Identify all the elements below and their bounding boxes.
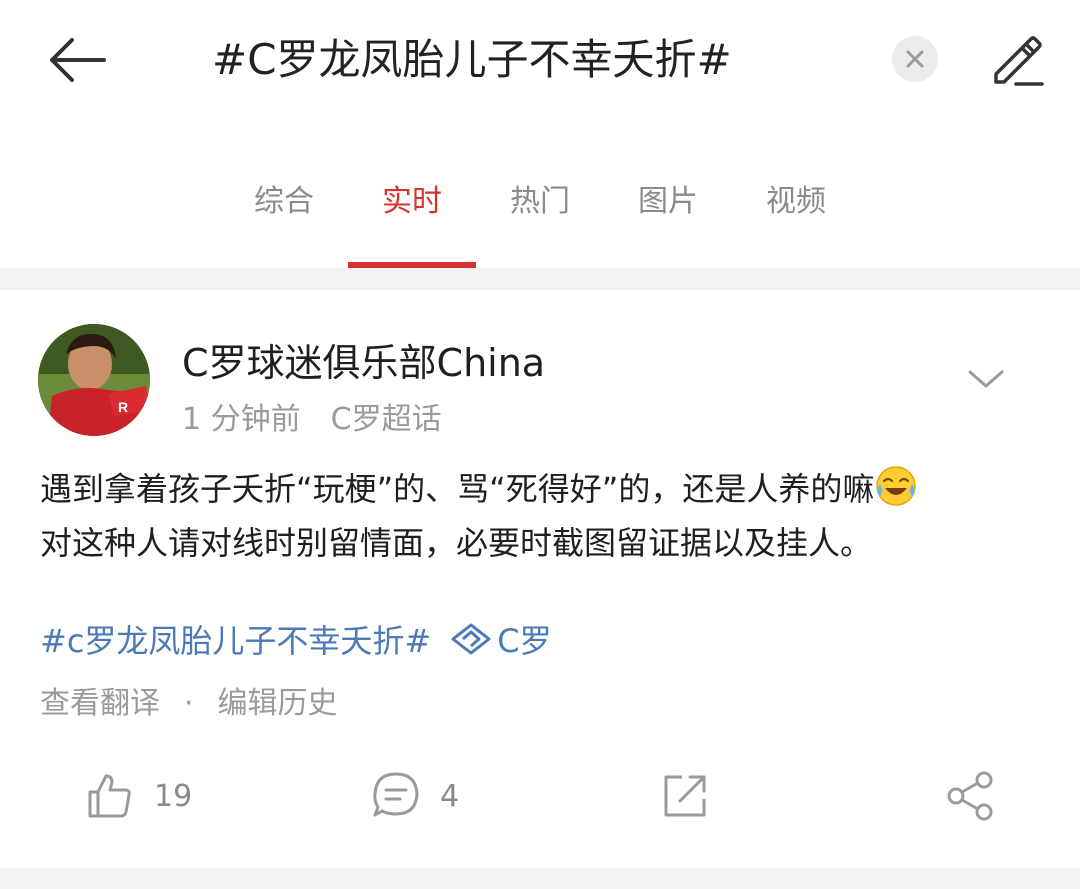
avatar-photo: R	[38, 324, 150, 436]
thumbs-up-icon	[88, 774, 131, 818]
repost-button[interactable]	[660, 760, 710, 832]
search-query-title[interactable]: #C罗龙凤胎儿子不幸夭折#	[212, 34, 732, 86]
topic-label: C罗	[497, 622, 552, 660]
clear-search-button[interactable]	[892, 36, 938, 82]
avatar[interactable]: R	[38, 324, 150, 436]
search-header: #C罗龙凤胎儿子不幸夭折# 综合 实时 热门 图片 视频	[0, 0, 1080, 268]
more-options-button[interactable]	[964, 364, 1008, 394]
active-tab-indicator	[348, 262, 476, 268]
comment-bubble-icon	[373, 772, 419, 817]
tab-hot[interactable]: 热门	[476, 170, 604, 234]
super-topic-link[interactable]: C罗	[451, 616, 552, 662]
separator-dot: ·	[184, 686, 194, 721]
post-text-line-1: 遇到拿着孩子夭折“玩梗”的、骂“死得好”的，还是人养的嘛	[40, 462, 1040, 516]
laughing-crying-emoji-icon	[874, 464, 918, 508]
post-tools: 查看翻译 · 编辑历史	[40, 678, 338, 722]
back-arrow-icon	[50, 38, 106, 82]
post-source[interactable]: C罗超话	[331, 402, 442, 437]
hashtag-link[interactable]: #c罗龙凤胎儿子不幸夭折#	[40, 616, 431, 662]
edit-history-link[interactable]: 编辑历史	[218, 686, 338, 721]
post-text: 遇到拿着孩子夭折“玩梗”的、骂“死得好”的，还是人养的嘛 对这种人请对线时别留情…	[40, 462, 1040, 570]
close-icon	[906, 50, 924, 68]
translate-link[interactable]: 查看翻译	[40, 686, 160, 721]
tag-row: #c罗龙凤胎儿子不幸夭折# C罗	[40, 616, 552, 662]
tab-realtime[interactable]: 实时	[348, 170, 476, 234]
tab-images[interactable]: 图片	[604, 170, 732, 234]
post-meta: 1 分钟前 C罗超话	[182, 394, 442, 438]
tab-comprehensive[interactable]: 综合	[220, 170, 348, 234]
diamond-icon	[451, 623, 491, 655]
post-time: 1 分钟前	[182, 402, 301, 437]
svg-text:R: R	[118, 399, 128, 415]
chevron-down-icon	[968, 370, 1004, 388]
comment-count: 4	[440, 778, 460, 814]
share-button[interactable]	[944, 760, 996, 832]
like-button[interactable]: 19	[84, 760, 192, 832]
share-nodes-icon	[947, 771, 993, 821]
username[interactable]: C罗球迷俱乐部China	[182, 332, 545, 387]
action-bar: 19 4	[0, 760, 1080, 832]
like-count: 19	[154, 778, 193, 814]
compose-button[interactable]	[986, 28, 1048, 90]
share-box-icon	[664, 775, 706, 817]
tab-videos[interactable]: 视频	[732, 170, 860, 234]
pencil-icon	[994, 36, 1044, 86]
filter-tabs: 综合 实时 热门 图片 视频	[0, 170, 1080, 268]
back-button[interactable]	[44, 30, 108, 90]
post-text-line-2: 对这种人请对线时别留情面，必要时截图留证据以及挂人。	[40, 524, 873, 562]
post-card: R C罗球迷俱乐部China 1 分钟前 C罗超话 遇到拿着孩子夭折“玩梗”的、骂…	[0, 290, 1080, 868]
comment-button[interactable]: 4	[370, 760, 459, 832]
